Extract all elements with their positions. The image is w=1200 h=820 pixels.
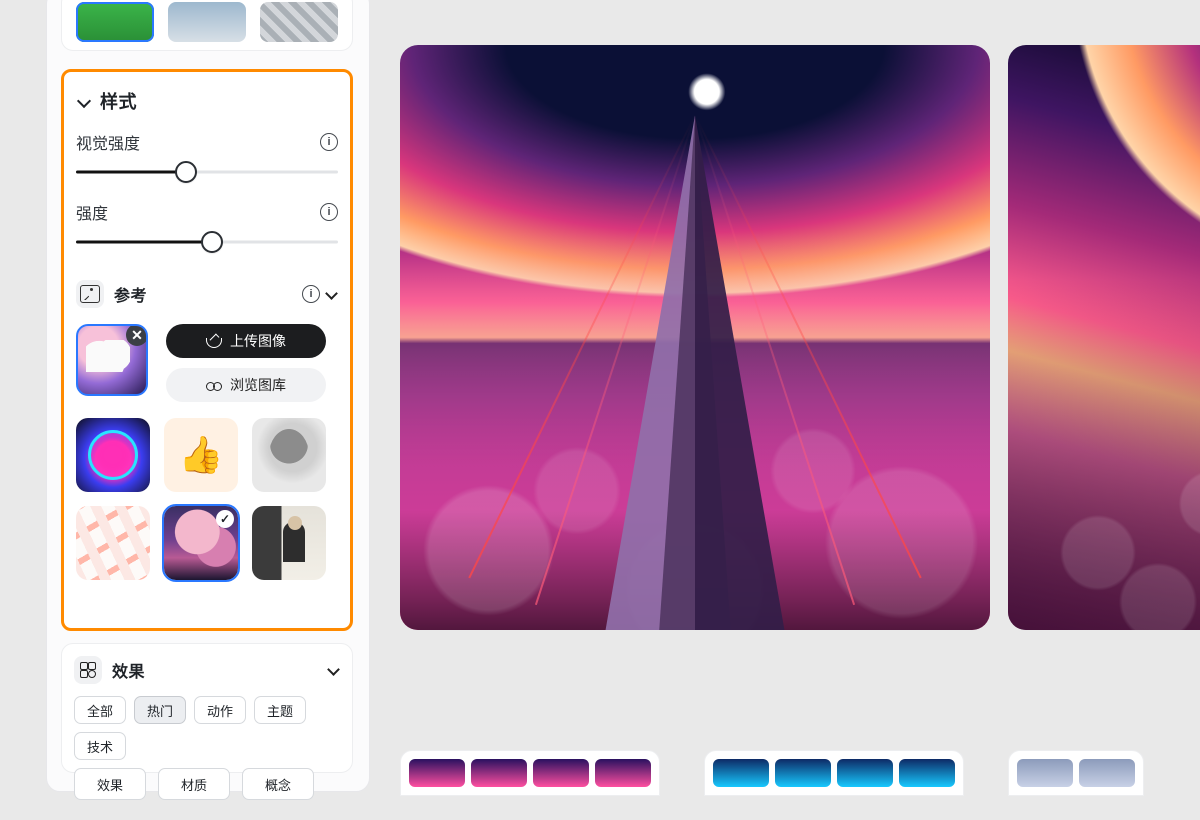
check-icon: ✓: [216, 510, 234, 528]
reference-icon: [76, 280, 104, 308]
chevron-down-icon: [76, 93, 92, 109]
variation-group-2[interactable]: [704, 750, 964, 796]
effects-category-0[interactable]: 效果: [74, 768, 146, 800]
reference-title: 参考: [114, 282, 147, 306]
info-icon[interactable]: i: [302, 285, 320, 303]
reference-tile-4[interactable]: [76, 506, 150, 580]
reference-tile-1[interactable]: [76, 418, 150, 492]
top-thumb-1-selected[interactable]: [76, 2, 154, 42]
sidebar-panel: 样式 视觉强度 i 强度 i: [46, 0, 370, 792]
effects-category-2[interactable]: 概念: [242, 768, 314, 800]
reference-header[interactable]: 参考 i: [76, 280, 338, 308]
visual-intensity-field: 视觉强度 i: [76, 130, 338, 184]
effects-chip-row: 效果材质概念: [74, 768, 340, 800]
effects-title: 效果: [112, 658, 145, 682]
style-section-card: 样式 视觉强度 i 强度 i: [61, 69, 353, 631]
effects-category-1[interactable]: 材质: [158, 768, 230, 800]
effects-tab-2[interactable]: 动作: [194, 696, 246, 724]
visual-intensity-label: 视觉强度: [76, 130, 140, 154]
reference-tile-2[interactable]: [164, 418, 238, 492]
effects-section-card: 效果 全部热门动作主题技术 效果材质概念: [61, 643, 353, 773]
image-icon: [80, 285, 100, 303]
binoculars-icon: [206, 377, 222, 393]
reference-tile-5-selected[interactable]: ✓: [164, 506, 238, 580]
browse-gallery-button[interactable]: 浏览图库: [166, 368, 326, 402]
grid-icon: [80, 662, 96, 678]
generated-image-1[interactable]: [400, 45, 990, 630]
variation-group-1[interactable]: [400, 750, 660, 796]
effects-icon: [74, 656, 102, 684]
top-thumb-2[interactable]: [168, 2, 246, 42]
generated-image-2[interactable]: [1008, 45, 1200, 630]
browse-gallery-label: 浏览图库: [230, 375, 286, 395]
effects-tab-0[interactable]: 全部: [74, 696, 126, 724]
info-icon[interactable]: i: [320, 133, 338, 151]
effects-tab-3[interactable]: 主题: [254, 696, 306, 724]
chevron-down-icon[interactable]: [326, 288, 338, 300]
bottom-variation-strip: [400, 750, 1200, 820]
effects-tab-1[interactable]: 热门: [134, 696, 186, 724]
top-thumbnail-row: [61, 0, 353, 51]
intensity-label: 强度: [76, 200, 108, 224]
reference-tile-3[interactable]: [252, 418, 326, 492]
intensity-field: 强度 i: [76, 200, 338, 254]
upload-icon: [206, 333, 222, 349]
reference-body: ✕ 上传图像 浏览图库: [76, 324, 338, 402]
variation-group-3[interactable]: [1008, 750, 1144, 796]
intensity-slider[interactable]: [76, 230, 338, 254]
top-thumb-3[interactable]: [260, 2, 338, 42]
upload-image-button[interactable]: 上传图像: [166, 324, 326, 358]
app-stage: 样式 视觉强度 i 强度 i: [0, 0, 1200, 775]
upload-image-label: 上传图像: [230, 331, 286, 351]
visual-intensity-slider[interactable]: [76, 160, 338, 184]
effects-tab-row: 全部热门动作主题技术: [74, 696, 340, 760]
reference-tile-6[interactable]: [252, 506, 326, 580]
chevron-down-icon[interactable]: [328, 664, 340, 676]
remove-reference-icon[interactable]: ✕: [126, 324, 148, 346]
style-title: 样式: [100, 88, 137, 114]
style-section-header[interactable]: 样式: [76, 88, 338, 114]
effects-header[interactable]: 效果: [74, 656, 340, 684]
reference-grid: ✓: [76, 418, 338, 580]
info-icon[interactable]: i: [320, 203, 338, 221]
reference-image-selected[interactable]: ✕: [76, 324, 148, 396]
effects-tab-4[interactable]: 技术: [74, 732, 126, 760]
